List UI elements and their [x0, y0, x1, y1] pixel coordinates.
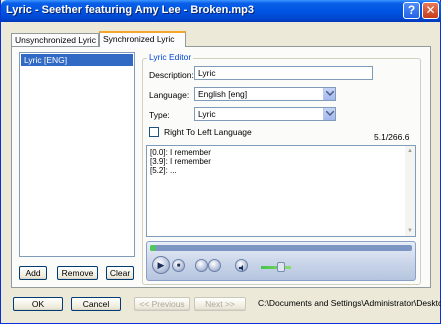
- scroll-up-icon[interactable]: ▲: [405, 146, 415, 156]
- seek-bar[interactable]: [150, 245, 412, 251]
- lyric-textarea[interactable]: [0.0]: I remember [3.9]: I remember [5.2…: [146, 145, 416, 237]
- window-title: Lyric - Seether featuring Amy Lee - Brok…: [6, 4, 254, 16]
- tab-unsynchronized-lyric[interactable]: Unsynchronized Lyric: [11, 33, 99, 47]
- lyric-editor-title: Lyric Editor: [147, 52, 194, 62]
- stop-icon: ■: [176, 263, 181, 269]
- description-label: Description:: [149, 70, 194, 80]
- speaker-icon: [239, 263, 246, 273]
- previous-button[interactable]: << Previous: [134, 297, 190, 311]
- language-select[interactable]: English [eng]: [194, 87, 336, 101]
- volume-track[interactable]: [261, 266, 291, 269]
- mute-button[interactable]: [235, 259, 248, 272]
- list-item[interactable]: Lyric [ENG]: [21, 54, 133, 66]
- time-position: 5.1/266.6: [374, 132, 410, 142]
- language-label: Language:: [149, 90, 190, 100]
- play-icon: ▶: [157, 260, 165, 270]
- help-button[interactable]: ?: [403, 2, 420, 19]
- type-label: Type:: [149, 110, 170, 120]
- lyric-line: [0.0]: I remember: [150, 148, 211, 157]
- clear-button[interactable]: Clear: [106, 266, 134, 280]
- lyric-line: [5.2]: ...: [150, 166, 177, 175]
- volume-slider-handle[interactable]: [277, 262, 285, 272]
- next-track-button[interactable]: [208, 259, 221, 272]
- vertical-scrollbar[interactable]: ▲ ▼: [405, 146, 415, 236]
- file-path: C:\Documents and Settings\Administrator\…: [258, 298, 441, 308]
- lyric-line: [3.9]: I remember: [150, 157, 211, 166]
- stop-button[interactable]: ■: [172, 259, 185, 272]
- title-bar[interactable]: Lyric - Seether featuring Amy Lee - Brok…: [1, 0, 441, 22]
- media-player: ▶ ■: [146, 241, 416, 281]
- tab-synchronized-lyric[interactable]: Synchronized Lyric: [99, 31, 186, 47]
- rtl-checkbox[interactable]: [149, 127, 159, 137]
- chevron-down-icon[interactable]: [323, 108, 335, 120]
- type-value: Lyric: [198, 109, 216, 119]
- description-field[interactable]: Lyric: [194, 66, 373, 80]
- lyric-listbox[interactable]: Lyric [ENG]: [19, 52, 135, 257]
- rtl-label: Right To Left Language: [164, 127, 252, 137]
- remove-button[interactable]: Remove: [57, 266, 98, 280]
- ok-button[interactable]: OK: [13, 297, 63, 311]
- language-value: English [eng]: [198, 89, 248, 99]
- chevron-down-icon[interactable]: [323, 88, 335, 100]
- lyric-dialog: Lyric - Seether featuring Amy Lee - Brok…: [0, 0, 441, 324]
- add-button[interactable]: Add: [19, 266, 47, 280]
- play-button[interactable]: ▶: [152, 256, 170, 274]
- seek-progress: [150, 245, 156, 251]
- scroll-down-icon[interactable]: ▼: [405, 226, 415, 236]
- type-select[interactable]: Lyric: [194, 107, 336, 121]
- next-button[interactable]: Next >>: [194, 297, 246, 311]
- close-button[interactable]: ✕: [422, 2, 439, 19]
- cancel-button[interactable]: Cancel: [71, 297, 121, 311]
- previous-track-button[interactable]: [195, 259, 208, 272]
